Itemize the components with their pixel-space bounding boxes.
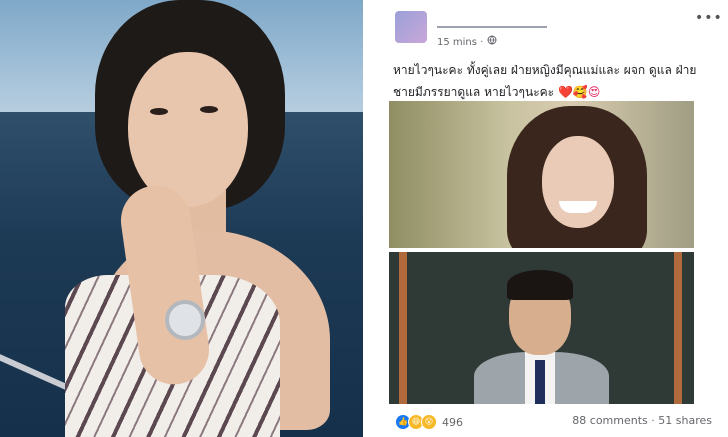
shares-count[interactable]: 51 shares xyxy=(658,414,712,427)
photo-watch xyxy=(165,300,205,340)
post-image-man[interactable] xyxy=(389,252,694,404)
image-man-hair xyxy=(507,270,573,300)
image-woman-face xyxy=(542,136,614,228)
stats-separator: · xyxy=(647,414,659,427)
timestamp-text: 15 mins · xyxy=(437,37,484,48)
globe-icon xyxy=(487,35,497,48)
photo-eye-right xyxy=(200,106,218,113)
post-body: หายไวๆนะคะ ทั้งคู่เลย ฝ่ายหญิงมีคุณแม่แล… xyxy=(393,63,697,99)
woman-photo xyxy=(0,0,363,437)
more-options-icon[interactable]: ••• xyxy=(695,10,723,26)
wow-reaction-icon: 😮 xyxy=(421,414,437,430)
photo-face xyxy=(128,52,248,207)
comments-count[interactable]: 88 comments xyxy=(572,414,648,427)
image-door-frame-right xyxy=(674,252,682,404)
reactions-count: 496 xyxy=(442,415,463,429)
post-timestamp[interactable]: 15 mins · xyxy=(437,35,497,48)
image-door-frame-left xyxy=(399,252,407,404)
facebook-post: 15 mins · ••• หายไวๆนะคะ ทั้งคู่เลย ฝ่าย… xyxy=(381,0,728,437)
photo-eye-left xyxy=(150,108,168,115)
post-stats: 88 comments · 51 shares xyxy=(572,414,712,427)
image-man-tie xyxy=(535,360,545,404)
post-text: หายไวๆนะคะ ทั้งคู่เลย ฝ่ายหญิงมีคุณแม่แล… xyxy=(393,59,718,103)
avatar[interactable] xyxy=(395,11,427,43)
reaction-summary[interactable]: 👍 😆 😮 496 xyxy=(395,414,463,430)
post-image-woman[interactable] xyxy=(389,101,694,248)
redacted-author-name[interactable] xyxy=(437,12,547,28)
image-woman-smile xyxy=(559,201,597,213)
heart-emoji-icons: ❤️🥰😍 xyxy=(557,85,601,99)
